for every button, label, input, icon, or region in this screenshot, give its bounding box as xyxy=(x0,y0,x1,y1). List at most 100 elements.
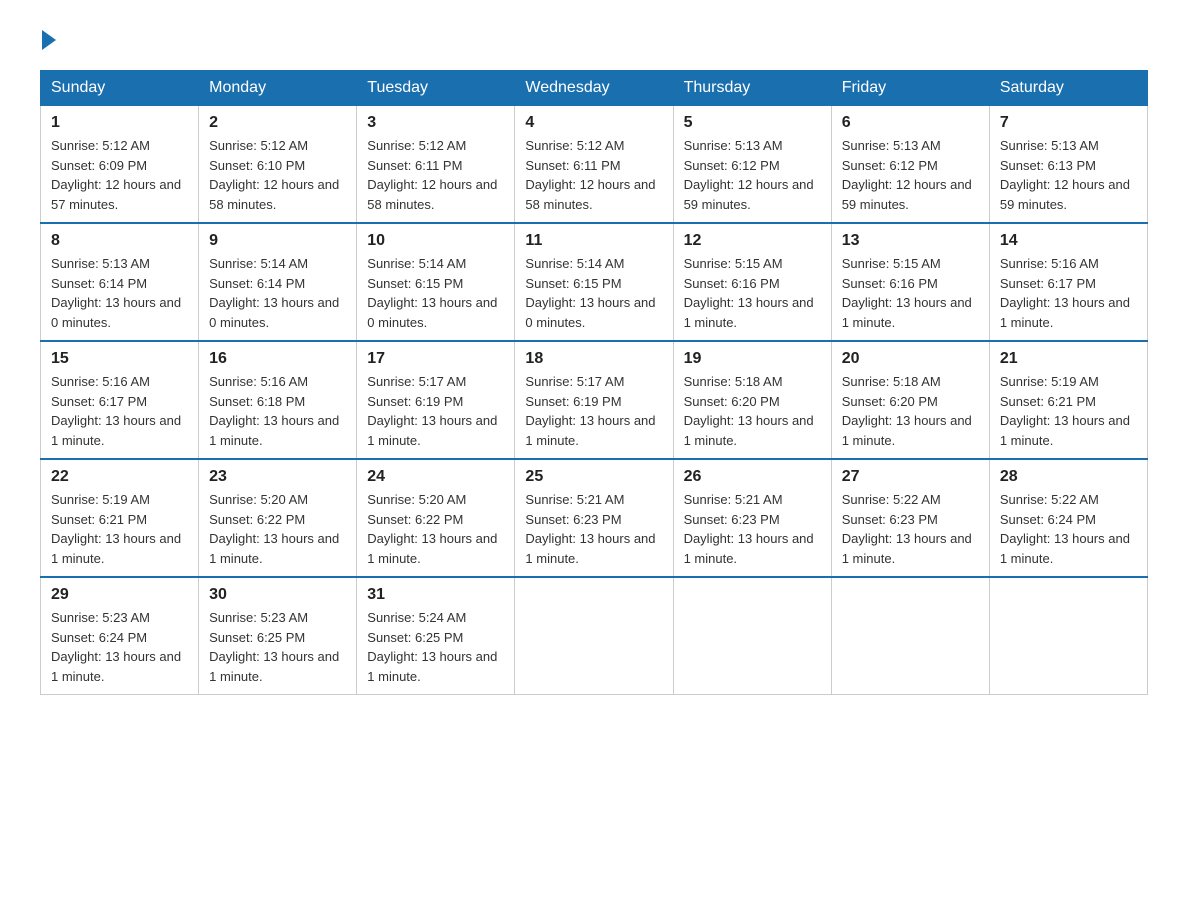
day-number: 16 xyxy=(209,350,346,368)
calendar-cell: 4 Sunrise: 5:12 AMSunset: 6:11 PMDayligh… xyxy=(515,106,673,224)
day-number: 3 xyxy=(367,114,504,132)
day-number: 29 xyxy=(51,586,188,604)
day-number: 28 xyxy=(1000,468,1137,486)
day-number: 22 xyxy=(51,468,188,486)
day-number: 7 xyxy=(1000,114,1137,132)
weekday-header-thursday: Thursday xyxy=(673,71,831,106)
day-number: 4 xyxy=(525,114,662,132)
day-info: Sunrise: 5:12 AMSunset: 6:11 PMDaylight:… xyxy=(525,136,662,214)
day-info: Sunrise: 5:19 AMSunset: 6:21 PMDaylight:… xyxy=(51,490,188,568)
day-info: Sunrise: 5:13 AMSunset: 6:13 PMDaylight:… xyxy=(1000,136,1137,214)
calendar-cell: 1 Sunrise: 5:12 AMSunset: 6:09 PMDayligh… xyxy=(41,106,199,224)
calendar-cell: 20 Sunrise: 5:18 AMSunset: 6:20 PMDaylig… xyxy=(831,341,989,459)
weekday-header-saturday: Saturday xyxy=(989,71,1147,106)
day-info: Sunrise: 5:17 AMSunset: 6:19 PMDaylight:… xyxy=(525,372,662,450)
day-info: Sunrise: 5:12 AMSunset: 6:11 PMDaylight:… xyxy=(367,136,504,214)
day-info: Sunrise: 5:15 AMSunset: 6:16 PMDaylight:… xyxy=(842,254,979,332)
calendar-cell: 18 Sunrise: 5:17 AMSunset: 6:19 PMDaylig… xyxy=(515,341,673,459)
day-info: Sunrise: 5:21 AMSunset: 6:23 PMDaylight:… xyxy=(525,490,662,568)
day-number: 27 xyxy=(842,468,979,486)
day-info: Sunrise: 5:14 AMSunset: 6:15 PMDaylight:… xyxy=(367,254,504,332)
calendar-cell: 2 Sunrise: 5:12 AMSunset: 6:10 PMDayligh… xyxy=(199,106,357,224)
day-info: Sunrise: 5:12 AMSunset: 6:10 PMDaylight:… xyxy=(209,136,346,214)
day-info: Sunrise: 5:23 AMSunset: 6:24 PMDaylight:… xyxy=(51,608,188,686)
calendar-cell: 5 Sunrise: 5:13 AMSunset: 6:12 PMDayligh… xyxy=(673,106,831,224)
calendar-cell: 7 Sunrise: 5:13 AMSunset: 6:13 PMDayligh… xyxy=(989,106,1147,224)
day-number: 9 xyxy=(209,232,346,250)
page-header xyxy=(40,30,1148,50)
day-info: Sunrise: 5:21 AMSunset: 6:23 PMDaylight:… xyxy=(684,490,821,568)
day-number: 14 xyxy=(1000,232,1137,250)
day-number: 13 xyxy=(842,232,979,250)
day-number: 25 xyxy=(525,468,662,486)
calendar-cell: 13 Sunrise: 5:15 AMSunset: 6:16 PMDaylig… xyxy=(831,223,989,341)
day-number: 5 xyxy=(684,114,821,132)
calendar-cell: 22 Sunrise: 5:19 AMSunset: 6:21 PMDaylig… xyxy=(41,459,199,577)
day-number: 24 xyxy=(367,468,504,486)
calendar-cell: 8 Sunrise: 5:13 AMSunset: 6:14 PMDayligh… xyxy=(41,223,199,341)
day-info: Sunrise: 5:23 AMSunset: 6:25 PMDaylight:… xyxy=(209,608,346,686)
weekday-header-sunday: Sunday xyxy=(41,71,199,106)
calendar-cell: 10 Sunrise: 5:14 AMSunset: 6:15 PMDaylig… xyxy=(357,223,515,341)
calendar-cell: 29 Sunrise: 5:23 AMSunset: 6:24 PMDaylig… xyxy=(41,577,199,695)
calendar-cell: 15 Sunrise: 5:16 AMSunset: 6:17 PMDaylig… xyxy=(41,341,199,459)
calendar-cell: 21 Sunrise: 5:19 AMSunset: 6:21 PMDaylig… xyxy=(989,341,1147,459)
calendar-cell: 6 Sunrise: 5:13 AMSunset: 6:12 PMDayligh… xyxy=(831,106,989,224)
calendar-cell: 3 Sunrise: 5:12 AMSunset: 6:11 PMDayligh… xyxy=(357,106,515,224)
day-info: Sunrise: 5:19 AMSunset: 6:21 PMDaylight:… xyxy=(1000,372,1137,450)
day-info: Sunrise: 5:17 AMSunset: 6:19 PMDaylight:… xyxy=(367,372,504,450)
day-info: Sunrise: 5:15 AMSunset: 6:16 PMDaylight:… xyxy=(684,254,821,332)
calendar-cell: 14 Sunrise: 5:16 AMSunset: 6:17 PMDaylig… xyxy=(989,223,1147,341)
weekday-header-wednesday: Wednesday xyxy=(515,71,673,106)
day-info: Sunrise: 5:22 AMSunset: 6:23 PMDaylight:… xyxy=(842,490,979,568)
day-number: 10 xyxy=(367,232,504,250)
day-number: 30 xyxy=(209,586,346,604)
day-number: 20 xyxy=(842,350,979,368)
calendar-cell: 27 Sunrise: 5:22 AMSunset: 6:23 PMDaylig… xyxy=(831,459,989,577)
day-number: 18 xyxy=(525,350,662,368)
day-info: Sunrise: 5:14 AMSunset: 6:14 PMDaylight:… xyxy=(209,254,346,332)
calendar-cell: 11 Sunrise: 5:14 AMSunset: 6:15 PMDaylig… xyxy=(515,223,673,341)
weekday-header-row: SundayMondayTuesdayWednesdayThursdayFrid… xyxy=(41,71,1148,106)
day-info: Sunrise: 5:16 AMSunset: 6:17 PMDaylight:… xyxy=(51,372,188,450)
day-number: 6 xyxy=(842,114,979,132)
calendar-cell: 12 Sunrise: 5:15 AMSunset: 6:16 PMDaylig… xyxy=(673,223,831,341)
week-row-4: 22 Sunrise: 5:19 AMSunset: 6:21 PMDaylig… xyxy=(41,459,1148,577)
day-number: 17 xyxy=(367,350,504,368)
calendar-cell: 17 Sunrise: 5:17 AMSunset: 6:19 PMDaylig… xyxy=(357,341,515,459)
calendar-cell: 26 Sunrise: 5:21 AMSunset: 6:23 PMDaylig… xyxy=(673,459,831,577)
day-info: Sunrise: 5:16 AMSunset: 6:18 PMDaylight:… xyxy=(209,372,346,450)
calendar-cell xyxy=(831,577,989,695)
day-info: Sunrise: 5:13 AMSunset: 6:12 PMDaylight:… xyxy=(842,136,979,214)
day-number: 21 xyxy=(1000,350,1137,368)
calendar-cell: 25 Sunrise: 5:21 AMSunset: 6:23 PMDaylig… xyxy=(515,459,673,577)
week-row-3: 15 Sunrise: 5:16 AMSunset: 6:17 PMDaylig… xyxy=(41,341,1148,459)
calendar-cell: 23 Sunrise: 5:20 AMSunset: 6:22 PMDaylig… xyxy=(199,459,357,577)
week-row-1: 1 Sunrise: 5:12 AMSunset: 6:09 PMDayligh… xyxy=(41,106,1148,224)
week-row-5: 29 Sunrise: 5:23 AMSunset: 6:24 PMDaylig… xyxy=(41,577,1148,695)
day-number: 2 xyxy=(209,114,346,132)
day-info: Sunrise: 5:13 AMSunset: 6:14 PMDaylight:… xyxy=(51,254,188,332)
day-info: Sunrise: 5:24 AMSunset: 6:25 PMDaylight:… xyxy=(367,608,504,686)
calendar-cell xyxy=(515,577,673,695)
day-info: Sunrise: 5:18 AMSunset: 6:20 PMDaylight:… xyxy=(842,372,979,450)
day-info: Sunrise: 5:12 AMSunset: 6:09 PMDaylight:… xyxy=(51,136,188,214)
day-number: 26 xyxy=(684,468,821,486)
calendar-cell: 28 Sunrise: 5:22 AMSunset: 6:24 PMDaylig… xyxy=(989,459,1147,577)
day-number: 1 xyxy=(51,114,188,132)
calendar-cell: 9 Sunrise: 5:14 AMSunset: 6:14 PMDayligh… xyxy=(199,223,357,341)
calendar-cell xyxy=(673,577,831,695)
day-number: 11 xyxy=(525,232,662,250)
day-info: Sunrise: 5:22 AMSunset: 6:24 PMDaylight:… xyxy=(1000,490,1137,568)
day-number: 31 xyxy=(367,586,504,604)
calendar-cell: 31 Sunrise: 5:24 AMSunset: 6:25 PMDaylig… xyxy=(357,577,515,695)
calendar-table: SundayMondayTuesdayWednesdayThursdayFrid… xyxy=(40,70,1148,695)
day-info: Sunrise: 5:20 AMSunset: 6:22 PMDaylight:… xyxy=(209,490,346,568)
day-info: Sunrise: 5:13 AMSunset: 6:12 PMDaylight:… xyxy=(684,136,821,214)
day-number: 8 xyxy=(51,232,188,250)
logo-arrow-icon xyxy=(42,30,56,50)
day-info: Sunrise: 5:16 AMSunset: 6:17 PMDaylight:… xyxy=(1000,254,1137,332)
week-row-2: 8 Sunrise: 5:13 AMSunset: 6:14 PMDayligh… xyxy=(41,223,1148,341)
day-number: 19 xyxy=(684,350,821,368)
day-number: 12 xyxy=(684,232,821,250)
